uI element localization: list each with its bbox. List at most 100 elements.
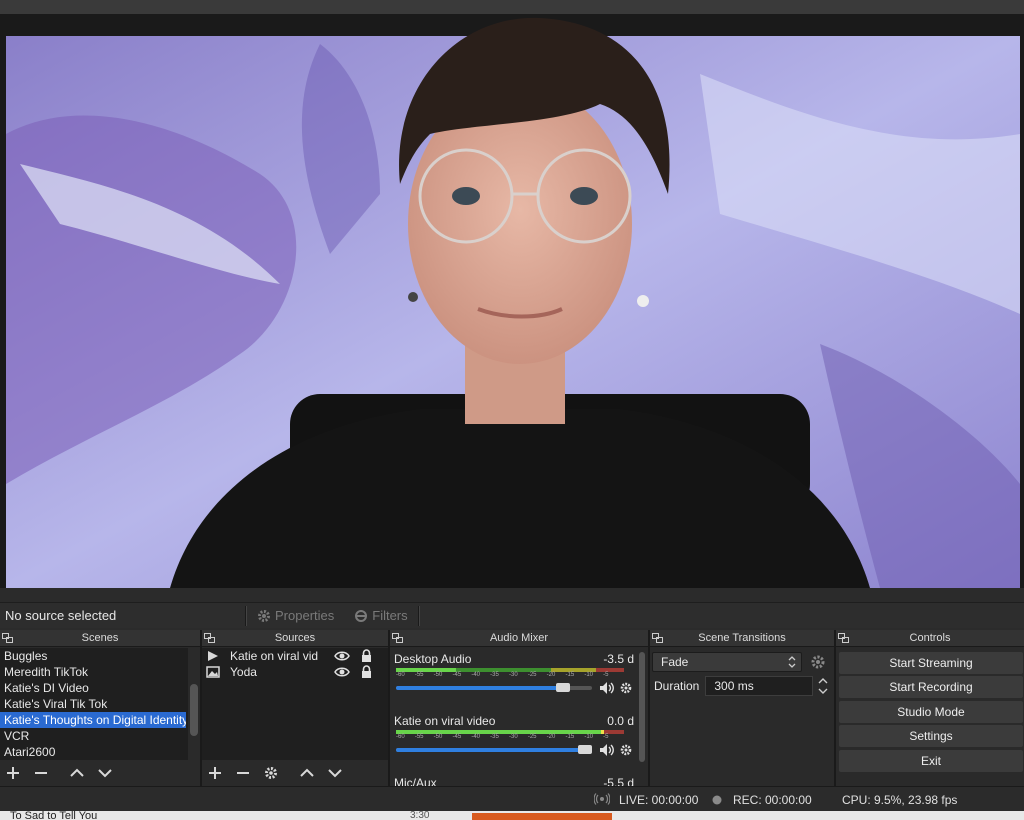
undock-icon[interactable] bbox=[2, 633, 13, 643]
undock-icon[interactable] bbox=[392, 633, 403, 643]
add-source-icon[interactable] bbox=[206, 764, 224, 782]
lock-icon[interactable] bbox=[361, 665, 372, 679]
scene-item[interactable]: Katie's Viral Tik Tok bbox=[0, 696, 200, 712]
eye-icon[interactable] bbox=[334, 650, 350, 662]
scene-list-scrollbar[interactable] bbox=[188, 648, 200, 760]
background-window: To Sad to Tell You 3:30 bbox=[0, 811, 1024, 820]
properties-label: Properties bbox=[275, 608, 335, 623]
properties-button[interactable]: Properties bbox=[247, 608, 344, 623]
scenes-title: Scenes bbox=[81, 632, 119, 644]
exit-button[interactable]: Exit bbox=[839, 750, 1023, 772]
filters-button[interactable]: Filters bbox=[344, 608, 417, 623]
meter-tick-label: -25 bbox=[527, 734, 537, 740]
transitions-dock-title: Scene Transitions bbox=[650, 630, 834, 647]
channel-db: 0.0 d bbox=[607, 714, 634, 728]
scene-item[interactable]: VCR bbox=[0, 728, 200, 744]
channel-name: Desktop Audio bbox=[394, 652, 472, 666]
gear-icon[interactable] bbox=[620, 743, 632, 757]
meter-tick-label: -10 bbox=[584, 672, 593, 678]
channel-name: Mic/Aux bbox=[394, 776, 437, 786]
meter-tick-label: -35 bbox=[490, 672, 499, 678]
mixer-channel: Mic/Aux -5.5 d bbox=[390, 772, 636, 786]
scene-item[interactable]: Katie's DI Video bbox=[0, 680, 200, 696]
mixer-dock-title: Audio Mixer bbox=[390, 630, 648, 647]
audio-mixer-dock: Audio Mixer Desktop Audio -3.5 d -60 -55-… bbox=[390, 630, 650, 786]
sources-dock-title: Sources bbox=[202, 630, 388, 647]
mixer-channels: Desktop Audio -3.5 d -60 -55 -50 -45 -40 -35-… bbox=[390, 648, 636, 786]
scenes-dock-title: Scenes bbox=[0, 630, 200, 647]
sources-title: Sources bbox=[274, 632, 316, 644]
meter-tick-label: -30 bbox=[509, 672, 518, 678]
controls-title: Controls bbox=[909, 632, 951, 644]
duration-label: Duration bbox=[654, 679, 700, 693]
play-icon bbox=[208, 651, 218, 661]
move-down-icon[interactable] bbox=[326, 764, 344, 782]
scene-item[interactable]: Atari2600 bbox=[0, 744, 200, 760]
mixer-scrollbar[interactable] bbox=[636, 648, 648, 786]
meter-tick-label: -30 bbox=[509, 734, 518, 740]
speaker-icon[interactable] bbox=[599, 681, 615, 695]
gear-icon[interactable] bbox=[620, 681, 632, 695]
meter-tick-label: -60 bbox=[396, 734, 405, 740]
transition-gear-icon[interactable] bbox=[810, 654, 826, 670]
meter-tick-label: -50 bbox=[433, 672, 443, 678]
scrollbar-thumb[interactable] bbox=[639, 652, 645, 762]
remove-source-icon[interactable] bbox=[234, 764, 252, 782]
meter-tick-label: -40 bbox=[471, 734, 480, 740]
source-item[interactable]: Yoda bbox=[202, 664, 388, 680]
speaker-icon[interactable] bbox=[599, 743, 615, 757]
move-up-icon[interactable] bbox=[68, 764, 86, 782]
remove-scene-icon[interactable] bbox=[32, 764, 50, 782]
meter-tick-label: -45 bbox=[452, 734, 462, 740]
scene-item[interactable]: Buggles bbox=[0, 648, 200, 664]
scene-item[interactable]: Meredith TikTok bbox=[0, 664, 200, 680]
undock-icon[interactable] bbox=[652, 633, 663, 643]
scene-list: Buggles Meredith TikTok Katie's DI Video… bbox=[0, 648, 200, 760]
undock-icon[interactable] bbox=[204, 633, 215, 643]
duration-input[interactable]: 300 ms bbox=[705, 676, 814, 696]
meter-tick-label: -10 bbox=[584, 734, 593, 740]
meter-tick-label: -40 bbox=[471, 672, 480, 678]
toolbar-divider bbox=[417, 605, 420, 626]
meter-tick-label: -15 bbox=[565, 672, 575, 678]
duration-stepper-icon[interactable] bbox=[816, 675, 830, 697]
controls-dock: Controls Start Streaming Start Recording… bbox=[836, 630, 1024, 786]
image-icon bbox=[206, 666, 220, 678]
move-down-icon[interactable] bbox=[96, 764, 114, 782]
scene-item-selected[interactable]: Katie's Thoughts on Digital Identity bbox=[0, 712, 186, 728]
move-up-icon[interactable] bbox=[298, 764, 316, 782]
scene-transitions-dock: Scene Transitions Fade Duration 300 ms bbox=[650, 630, 836, 786]
source-item[interactable]: Katie on viral vid bbox=[202, 648, 388, 664]
channel-db: -5.5 d bbox=[603, 776, 634, 786]
meter-tick-label: -50 bbox=[433, 734, 443, 740]
rec-timer: REC: 00:00:00 bbox=[733, 793, 812, 807]
lock-icon[interactable] bbox=[361, 649, 372, 663]
fader-knob[interactable] bbox=[578, 745, 592, 754]
settings-button[interactable]: Settings bbox=[839, 725, 1023, 747]
webcam-frame bbox=[0, 14, 1024, 588]
source-label: Katie on viral vid bbox=[230, 649, 319, 663]
meter-tick-label: -35 bbox=[490, 734, 499, 740]
meter-tick-label: -5 bbox=[603, 734, 609, 740]
fader-knob[interactable] bbox=[555, 683, 570, 692]
undock-icon[interactable] bbox=[838, 633, 849, 643]
program-preview[interactable] bbox=[0, 14, 1024, 588]
status-bar: LIVE: 00:00:00 REC: 00:00:00 CPU: 9.5%, … bbox=[0, 786, 1024, 811]
source-toolbar: No source selected Properties Filters bbox=[0, 602, 1024, 628]
scrollbar-thumb[interactable] bbox=[190, 684, 198, 736]
volume-fader[interactable] bbox=[396, 745, 592, 754]
start-streaming-button[interactable]: Start Streaming bbox=[839, 652, 1023, 674]
eye-icon[interactable] bbox=[334, 666, 350, 678]
transition-select[interactable]: Fade bbox=[652, 652, 802, 672]
add-scene-icon[interactable] bbox=[4, 764, 22, 782]
updown-arrows-icon bbox=[788, 656, 796, 668]
start-recording-button[interactable]: Start Recording bbox=[839, 676, 1023, 698]
duration-row: Duration 300 ms bbox=[652, 675, 830, 697]
studio-mode-button[interactable]: Studio Mode bbox=[839, 701, 1023, 723]
scenes-toolbar bbox=[0, 760, 200, 786]
volume-fader[interactable] bbox=[396, 683, 592, 692]
source-properties-icon[interactable] bbox=[262, 764, 280, 782]
gear-icon bbox=[258, 609, 270, 622]
channel-name: Katie on viral video bbox=[394, 714, 496, 728]
meter-tick-label: -55 bbox=[414, 672, 424, 678]
